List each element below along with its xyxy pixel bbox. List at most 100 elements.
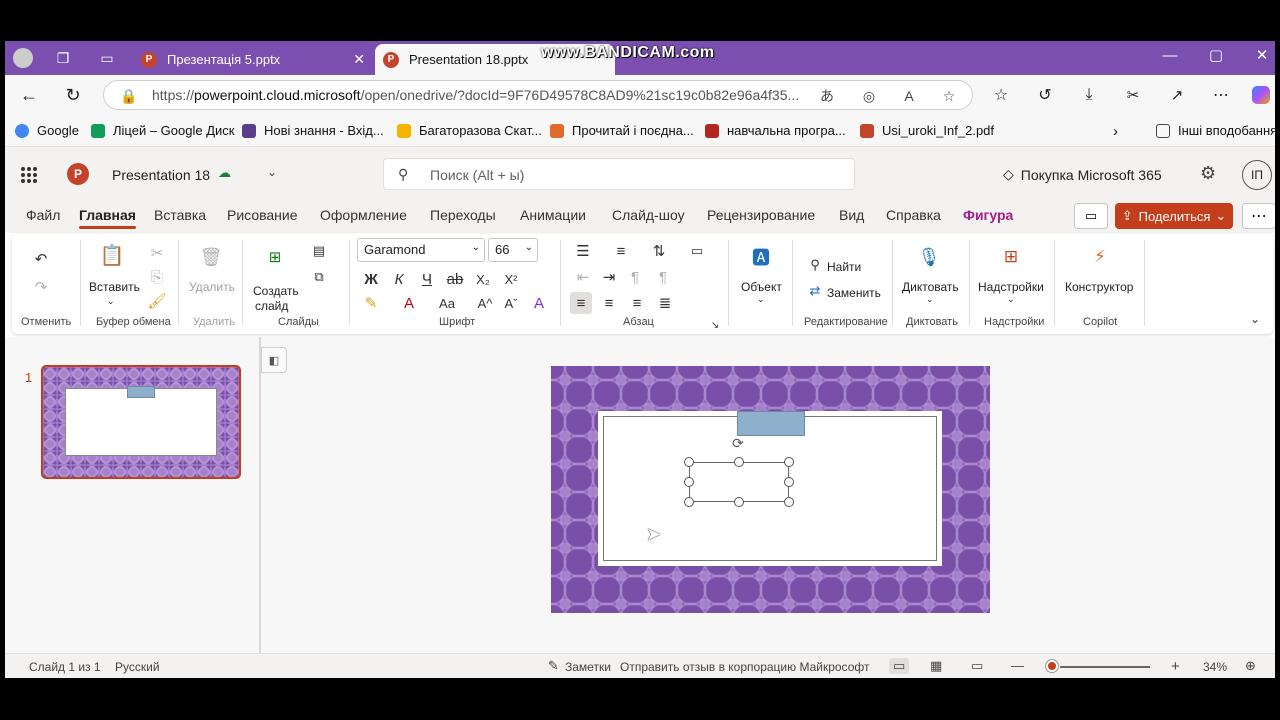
object-button[interactable]: Объект: [741, 280, 782, 294]
normal-view-icon[interactable]: ▭: [889, 658, 910, 674]
bookmark-google[interactable]: Google: [15, 123, 79, 138]
align-left-icon[interactable]: ≡: [570, 292, 592, 314]
tab-shape-format[interactable]: Фигура: [963, 207, 1013, 223]
buy-microsoft-365[interactable]: ◇ Покупка Microsoft 365: [1003, 166, 1162, 183]
share-page-icon[interactable]: ↗: [1165, 83, 1189, 107]
share-button[interactable]: ⇪ Поделиться ⌄: [1115, 203, 1233, 229]
copilot-icon[interactable]: [1249, 83, 1273, 107]
slide-canvas[interactable]: ⟳ ➤: [551, 366, 990, 613]
url-field[interactable]: 🔒 https://powerpoint.cloud.microsoft/ope…: [103, 80, 973, 110]
app-launcher-icon[interactable]: [21, 167, 37, 183]
collapse-pane-icon[interactable]: ◧: [261, 347, 287, 373]
maximize-icon[interactable]: ▢: [1193, 41, 1239, 69]
dictate-button[interactable]: Диктовать: [902, 280, 959, 294]
collapse-ribbon-icon[interactable]: ⌄: [1244, 308, 1266, 330]
read-aloud-icon[interactable]: A: [898, 85, 920, 107]
workspaces-icon[interactable]: ❐: [53, 48, 73, 68]
close-window-icon[interactable]: ✕: [1239, 41, 1275, 69]
font-color-icon[interactable]: A: [398, 292, 420, 314]
bookmark-prochytai[interactable]: Прочитай і поєдна...: [550, 123, 694, 138]
align-center-icon[interactable]: ≡: [598, 292, 620, 314]
new-slide-icon[interactable]: ⊞: [264, 246, 286, 268]
tab-actions-icon[interactable]: ▭: [97, 48, 117, 68]
tab-file[interactable]: Файл: [26, 207, 60, 223]
zoom-slider-thumb[interactable]: [1046, 660, 1058, 672]
fit-to-window-icon[interactable]: ⊕: [1245, 658, 1256, 674]
reading-view-icon[interactable]: ▭: [971, 658, 983, 674]
replace-icon[interactable]: ⇄: [804, 280, 826, 302]
increase-indent-icon[interactable]: ⇥: [598, 266, 620, 288]
browser-tab-presentation-5[interactable]: P Презентація 5.pptx ✕: [133, 44, 373, 75]
align-right-icon[interactable]: ≡: [626, 292, 648, 314]
designer-icon[interactable]: ⚡: [1089, 246, 1111, 268]
paste-icon[interactable]: 📋: [100, 244, 125, 267]
new-slide-button[interactable]: Создать: [253, 284, 299, 298]
resize-handle[interactable]: [734, 457, 744, 467]
change-case-icon[interactable]: Aa: [436, 292, 458, 314]
grow-font-icon[interactable]: A^: [474, 292, 496, 314]
language[interactable]: Русский: [115, 660, 160, 674]
addins-button[interactable]: Надстройки: [978, 280, 1044, 294]
line-spacing-icon[interactable]: ⇅: [648, 240, 670, 262]
bookmark-google-drive[interactable]: Ліцей – Google Диск: [91, 123, 234, 138]
tab-draw[interactable]: Рисование: [227, 207, 298, 223]
browser-menu-icon[interactable]: ⋯: [1209, 83, 1233, 107]
clear-formatting-icon[interactable]: A: [528, 292, 550, 314]
microphone-icon[interactable]: 🎙: [918, 246, 941, 268]
resize-handle[interactable]: [784, 497, 794, 507]
tab-help[interactable]: Справка: [886, 207, 941, 223]
search-input[interactable]: ⚲ Поиск (Alt + ы): [383, 158, 855, 190]
tab-home[interactable]: Главная: [79, 207, 136, 229]
chevron-down-icon[interactable]: ⌄: [1007, 294, 1015, 305]
feedback-link[interactable]: Отправить отзыв в корпорацию Майкрософт: [620, 660, 869, 674]
close-tab-icon[interactable]: ✕: [353, 51, 365, 68]
chevron-down-icon[interactable]: ⌄: [107, 296, 115, 307]
bookmark-usi-uroki[interactable]: Usi_uroki_Inf_2.pdf: [860, 123, 994, 138]
downloads-icon[interactable]: ⤓: [1077, 83, 1101, 107]
chevron-down-icon[interactable]: ⌄: [926, 294, 934, 305]
comments-icon[interactable]: ▭: [1074, 203, 1108, 229]
reuse-slides-icon[interactable]: ⧉: [308, 266, 330, 288]
tracking-icon[interactable]: ◎: [858, 85, 880, 107]
subscript-icon[interactable]: X₂: [472, 268, 494, 290]
resize-handle[interactable]: [784, 457, 794, 467]
designer-button[interactable]: Конструктор: [1065, 280, 1133, 294]
object-icon[interactable]: 🅰: [750, 246, 772, 268]
site-info-icon[interactable]: 🔒: [118, 85, 140, 107]
zoom-level[interactable]: 34%: [1203, 660, 1227, 674]
selected-shape[interactable]: [689, 462, 789, 502]
more-options-icon[interactable]: ⋯: [1242, 203, 1275, 229]
blue-rectangle-shape[interactable]: [737, 411, 805, 436]
tab-slideshow[interactable]: Слайд-шоу: [612, 207, 685, 223]
find-icon[interactable]: ⚲: [804, 254, 826, 276]
justify-icon[interactable]: ≣: [654, 292, 676, 314]
bookmarks-overflow-icon[interactable]: ›: [1113, 123, 1118, 140]
paste-button[interactable]: Вставить: [89, 280, 140, 294]
layout-icon[interactable]: ▤: [308, 240, 330, 262]
superscript-icon[interactable]: X²: [500, 268, 522, 290]
profile-icon[interactable]: [13, 48, 33, 68]
zoom-out-icon[interactable]: —: [1011, 658, 1024, 673]
bookmark-novi-znannia[interactable]: Нові знання - Вхід...: [242, 123, 384, 138]
undo-icon[interactable]: ↶: [30, 248, 52, 270]
screenshot-icon[interactable]: ✂: [1121, 83, 1145, 107]
history-icon[interactable]: ↺: [1033, 83, 1057, 107]
zoom-in-icon[interactable]: +: [1171, 658, 1180, 675]
underline-icon[interactable]: Ч: [416, 268, 438, 290]
replace-button[interactable]: Заменить: [827, 286, 881, 300]
italic-icon[interactable]: К: [388, 268, 410, 290]
notes-button[interactable]: Заметки: [565, 660, 611, 674]
resize-handle[interactable]: [684, 497, 694, 507]
avatar[interactable]: ІП: [1242, 160, 1272, 190]
tab-insert[interactable]: Вставка: [154, 207, 206, 223]
slide-sorter-icon[interactable]: ▦: [930, 658, 942, 674]
tab-view[interactable]: Вид: [839, 207, 864, 223]
back-icon[interactable]: ←: [17, 83, 41, 107]
tab-transitions[interactable]: Переходы: [430, 207, 496, 223]
bold-icon[interactable]: Ж: [360, 268, 382, 290]
resize-handle[interactable]: [684, 457, 694, 467]
shrink-font-icon[interactable]: Aˇ: [500, 292, 522, 314]
font-size-select[interactable]: 66 ⌄: [488, 238, 538, 262]
resize-handle[interactable]: [684, 477, 694, 487]
bullets-icon[interactable]: ☰: [572, 240, 594, 262]
